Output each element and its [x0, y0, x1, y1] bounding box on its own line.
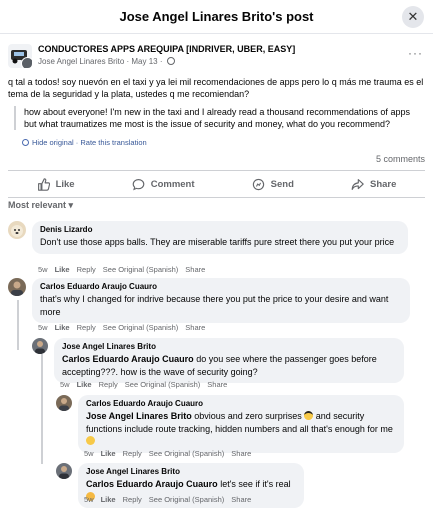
comment-bubble: Carlos Eduardo Araujo Cuauro Jose Angel …	[78, 395, 404, 453]
dog-avatar-icon	[8, 221, 26, 239]
thread-line	[41, 354, 43, 464]
comment-share[interactable]: Share	[231, 495, 251, 504]
comment-text: Carlos Eduardo Araujo Cuauro do you see …	[62, 353, 396, 378]
like-button[interactable]: Like	[37, 177, 75, 191]
comment-reply[interactable]: Reply	[77, 323, 96, 332]
comment-count[interactable]: 5 comments	[376, 154, 425, 164]
comment-author[interactable]: Jose Angel Linares Brito	[62, 342, 396, 352]
person-avatar-icon	[8, 278, 26, 296]
comment-author[interactable]: Denis Lizardo	[40, 225, 400, 235]
comment-actions: 5w Like Reply See Original (Spanish) Share	[84, 495, 258, 504]
post-text: q tal a todos! soy nuevón en el taxi y y…	[8, 77, 424, 99]
comment-like[interactable]: Like	[77, 380, 92, 389]
comment-like[interactable]: Like	[101, 495, 116, 504]
comment-actions: 5w Like Reply See Original (Spanish) Share	[38, 323, 212, 332]
smile-emoji	[86, 436, 95, 445]
translation-links: Hide original · Rate this translation	[22, 138, 147, 147]
comment-body: obvious and zero surprises	[191, 411, 302, 421]
see-original-link[interactable]: See Original (Spanish)	[149, 495, 224, 504]
comment-icon	[132, 178, 145, 190]
rate-translation-link[interactable]: Rate this translation	[80, 138, 146, 147]
see-original-link[interactable]: See Original (Spanish)	[149, 449, 224, 458]
comment-like[interactable]: Like	[101, 449, 116, 458]
comment-bubble: Denis Lizardo Don't use those apps balls…	[32, 221, 408, 254]
like-label: Like	[55, 178, 75, 190]
comment-text: Don't use those apps balls. They are mis…	[40, 237, 395, 247]
see-original-link[interactable]: See Original (Spanish)	[103, 265, 178, 274]
comment-time[interactable]: 5w	[84, 449, 94, 458]
dialog-header: Jose Angel Linares Brito's post ✕	[0, 0, 433, 34]
group-name[interactable]: CONDUCTORES APPS AREQUIPA [INDRIVER, UBE…	[38, 44, 295, 54]
dialog-title: Jose Angel Linares Brito's post	[119, 9, 314, 24]
comment-actions: 5w Like Reply See Original (Spanish) Share	[60, 380, 234, 389]
send-icon	[252, 178, 264, 190]
comment-author[interactable]: Carlos Eduardo Araujo Cuauro	[86, 399, 396, 409]
comment-share[interactable]: Share	[185, 265, 205, 274]
more-options-button[interactable]: ···	[408, 46, 423, 60]
comment-time[interactable]: 5w	[38, 265, 48, 274]
comment-reply[interactable]: Reply	[123, 495, 142, 504]
post-header: CONDUCTORES APPS AREQUIPA [INDRIVER, UBE…	[8, 42, 425, 70]
action-bar: Like Comment Send Share	[8, 170, 425, 198]
send-label: Send	[270, 178, 294, 190]
post-translation: how about everyone! I'm new in the taxi …	[14, 106, 424, 130]
hide-original-link[interactable]: Hide original	[32, 138, 74, 147]
comment-body: let's see if it's real	[217, 479, 291, 489]
comment-bubble: Jose Angel Linares Brito Carlos Eduardo …	[54, 338, 404, 383]
see-original-link[interactable]: See Original (Spanish)	[125, 380, 200, 389]
comment-share[interactable]: Share	[185, 323, 205, 332]
comment-author[interactable]: Jose Angel Linares Brito	[86, 467, 296, 477]
post-author[interactable]: Jose Angel Linares Brito	[38, 57, 124, 66]
comment-author[interactable]: Carlos Eduardo Araujo Cuauro	[40, 282, 402, 292]
comment-share[interactable]: Share	[231, 449, 251, 458]
comment-actions: 5w Like Reply See Original (Spanish) Share	[38, 265, 212, 274]
share-label: Share	[370, 178, 397, 190]
comment-share[interactable]: Share	[207, 380, 227, 389]
post-time[interactable]: · May 13 ·	[124, 57, 164, 66]
comment-button[interactable]: Comment	[132, 178, 195, 191]
person-avatar-icon	[32, 338, 48, 354]
see-original-link[interactable]: See Original (Spanish)	[103, 323, 178, 332]
globe-icon	[166, 57, 175, 65]
avatar[interactable]	[8, 221, 26, 239]
avatar[interactable]	[8, 278, 26, 296]
comment-actions: 5w Like Reply See Original (Spanish) Share	[84, 449, 258, 458]
close-icon: ✕	[407, 9, 419, 24]
mention-tag[interactable]: Carlos Eduardo Araujo Cuauro	[86, 479, 218, 489]
share-icon	[351, 178, 364, 190]
person-avatar-icon	[56, 463, 72, 479]
sunglasses-emoji	[304, 411, 314, 420]
person-avatar-icon	[56, 395, 72, 411]
comment-like[interactable]: Like	[55, 323, 70, 332]
comment-label: Comment	[150, 178, 195, 190]
comment-like[interactable]: Like	[55, 265, 70, 274]
close-button[interactable]: ✕	[402, 6, 424, 28]
send-button[interactable]: Send	[252, 178, 294, 191]
avatar[interactable]	[56, 463, 72, 479]
like-icon	[37, 177, 50, 191]
group-avatar[interactable]	[8, 44, 32, 68]
mention-tag[interactable]: Carlos Eduardo Araujo Cuauro	[62, 354, 194, 364]
thread-line	[17, 300, 19, 350]
post-meta: Jose Angel Linares Brito · May 13 ·	[38, 57, 175, 66]
gear-icon	[22, 139, 29, 146]
share-button[interactable]: Share	[351, 178, 396, 191]
comment-reply[interactable]: Reply	[99, 380, 118, 389]
avatar[interactable]	[56, 395, 72, 411]
author-avatar[interactable]	[21, 57, 32, 68]
comment-bubble: Carlos Eduardo Araujo Cuauro that's why …	[32, 278, 410, 323]
comment-text: that's why I changed for indrive because…	[40, 294, 389, 317]
mention-tag[interactable]: Jose Angel Linares Brito	[86, 411, 192, 421]
sort-dropdown[interactable]: Most relevant ▾	[8, 200, 73, 211]
comment-reply[interactable]: Reply	[77, 265, 96, 274]
comment-reply[interactable]: Reply	[123, 449, 142, 458]
comment-time[interactable]: 5w	[38, 323, 48, 332]
avatar[interactable]	[32, 338, 48, 354]
comment-text: Jose Angel Linares Brito obvious and zer…	[86, 410, 396, 448]
comment-time[interactable]: 5w	[84, 495, 94, 504]
comment-time[interactable]: 5w	[60, 380, 70, 389]
